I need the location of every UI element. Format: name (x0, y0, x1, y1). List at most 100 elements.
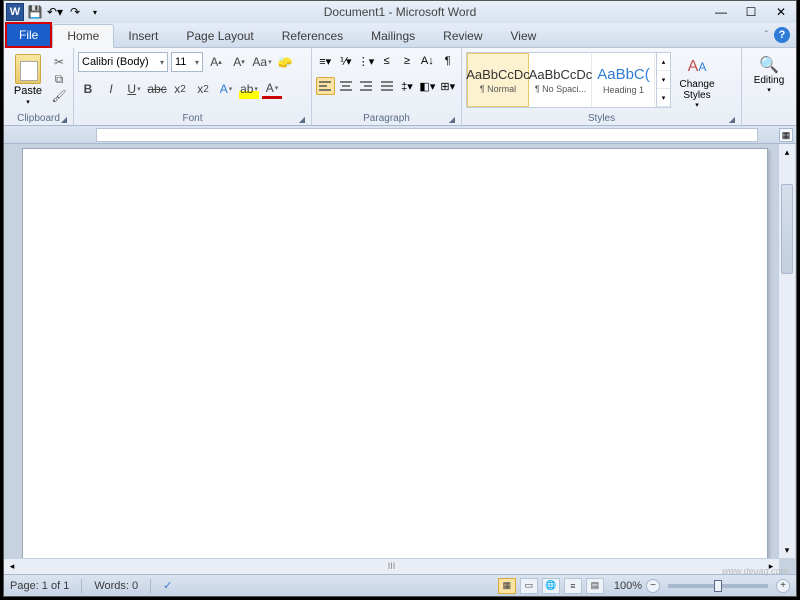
change-case-icon[interactable]: Aa (252, 52, 272, 72)
font-name-combo[interactable]: Calibri (Body)▾ (78, 52, 168, 72)
cut-icon[interactable]: ✂ (51, 55, 67, 69)
zoom-level[interactable]: 100% (614, 580, 642, 592)
clipboard-dialog-launcher[interactable]: ◢ (61, 115, 67, 124)
align-right-icon[interactable] (357, 77, 375, 95)
horizontal-ruler[interactable]: ▦ (4, 126, 796, 144)
zoom-slider[interactable] (668, 584, 768, 588)
scroll-up-icon[interactable]: ▴ (779, 144, 795, 160)
paste-icon (15, 54, 41, 84)
clear-formatting-icon[interactable]: 🧽 (275, 52, 295, 72)
status-page[interactable]: Page: 1 of 1 (10, 580, 69, 592)
justify-icon[interactable] (377, 77, 395, 95)
scroll-left-icon[interactable]: ◂ (4, 559, 20, 574)
tab-mailings[interactable]: Mailings (357, 25, 429, 47)
horizontal-scrollbar[interactable]: ◂ III ▸ (4, 558, 779, 574)
decrease-indent-icon[interactable]: ≤ (377, 52, 395, 70)
style-normal[interactable]: AaBbCcDc ¶ Normal (467, 53, 529, 107)
shrink-font-icon[interactable]: A▾ (229, 52, 249, 72)
close-button[interactable]: ✕ (766, 2, 796, 22)
italic-icon[interactable]: I (101, 79, 121, 99)
editing-button[interactable]: 🔍 Editing ▾ (748, 52, 791, 97)
styles-gallery: AaBbCcDc ¶ Normal AaBbCcDc ¶ No Spaci...… (466, 52, 671, 108)
format-painter-icon[interactable]: 🖌 (51, 89, 67, 103)
zoom-out-button[interactable]: − (646, 579, 660, 593)
highlight-icon[interactable]: ab (239, 79, 259, 99)
draft-view-icon[interactable]: ▤ (586, 578, 604, 594)
align-center-icon[interactable] (337, 77, 355, 95)
paste-label: Paste (14, 85, 42, 97)
ribbon-tabs: File Home Insert Page Layout References … (4, 23, 796, 48)
grow-font-icon[interactable]: A▴ (206, 52, 226, 72)
tab-page-layout[interactable]: Page Layout (172, 25, 267, 47)
group-font: Calibri (Body)▾ 11▾ A▴ A▾ Aa 🧽 B I U abc… (74, 48, 312, 125)
scroll-thumb[interactable] (781, 184, 793, 274)
window-title: Document1 - Microsoft Word (324, 5, 477, 19)
change-styles-button[interactable]: AA Change Styles ▾ (674, 52, 720, 112)
line-spacing-icon[interactable]: ‡▾ (398, 77, 416, 95)
subscript-icon[interactable]: x2 (170, 79, 190, 99)
tab-references[interactable]: References (268, 25, 357, 47)
ribbon: Paste ▾ ✂ ⧉ 🖌 Clipboard◢ Calibri (Body)▾… (4, 48, 796, 126)
word-app-icon[interactable]: W (6, 3, 24, 21)
tab-insert[interactable]: Insert (114, 25, 172, 47)
help-icon[interactable]: ? (774, 27, 790, 43)
superscript-icon[interactable]: x2 (193, 79, 213, 99)
text-effects-icon[interactable]: A (216, 79, 236, 99)
paste-button[interactable]: Paste ▾ (8, 52, 48, 108)
font-group-label: Font◢ (78, 112, 307, 125)
show-hide-icon[interactable]: ¶ (439, 52, 457, 70)
styles-group-label: Styles◢ (466, 112, 737, 125)
borders-icon[interactable]: ⊞▾ (439, 77, 457, 95)
status-words[interactable]: Words: 0 (94, 580, 138, 592)
increase-indent-icon[interactable]: ≥ (398, 52, 416, 70)
shading-icon[interactable]: ◧▾ (418, 77, 436, 95)
gallery-up-icon[interactable]: ▴ (657, 53, 670, 71)
ruler-toggle-icon[interactable]: ▦ (779, 128, 793, 142)
bullets-icon[interactable]: ≡▾ (316, 52, 334, 70)
tab-view[interactable]: View (497, 25, 551, 47)
web-layout-view-icon[interactable]: 🌐 (542, 578, 560, 594)
app-window: W 💾 ↶▾ ↷ ▾ Document1 - Microsoft Word — … (3, 0, 797, 597)
redo-icon[interactable]: ↷ (66, 3, 84, 21)
paragraph-dialog-launcher[interactable]: ◢ (449, 115, 455, 124)
window-controls: — ☐ ✕ (706, 2, 796, 22)
multilevel-list-icon[interactable]: ⋮▾ (357, 52, 375, 70)
group-paragraph: ≡▾ ⅟▾ ⋮▾ ≤ ≥ A↓ ¶ ‡▾ ◧▾ ⊞▾ (312, 48, 462, 125)
full-screen-view-icon[interactable]: ▭ (520, 578, 538, 594)
style-no-spacing[interactable]: AaBbCcDc ¶ No Spaci... (530, 53, 592, 107)
copy-icon[interactable]: ⧉ (51, 72, 67, 86)
font-color-icon[interactable]: A (262, 79, 282, 99)
title-bar: W 💾 ↶▾ ↷ ▾ Document1 - Microsoft Word — … (4, 1, 796, 23)
numbering-icon[interactable]: ⅟▾ (336, 52, 354, 70)
underline-icon[interactable]: U (124, 79, 144, 99)
minimize-button[interactable]: — (706, 2, 736, 22)
undo-icon[interactable]: ↶▾ (46, 3, 64, 21)
save-icon[interactable]: 💾 (26, 3, 44, 21)
status-proofing-icon[interactable]: ✓ (163, 579, 172, 592)
maximize-button[interactable]: ☐ (736, 2, 766, 22)
sort-icon[interactable]: A↓ (418, 52, 436, 70)
gallery-more-icon[interactable]: ▾ (657, 89, 670, 107)
vertical-scrollbar[interactable]: ▴ ▾ (778, 144, 795, 558)
strikethrough-icon[interactable]: abc (147, 79, 167, 99)
tab-home[interactable]: Home (52, 24, 114, 48)
group-styles: AaBbCcDc ¶ Normal AaBbCcDc ¶ No Spaci...… (462, 48, 742, 125)
zoom-in-button[interactable]: + (776, 579, 790, 593)
outline-view-icon[interactable]: ≡ (564, 578, 582, 594)
document-page[interactable] (22, 148, 768, 566)
file-tab[interactable]: File (5, 22, 52, 48)
status-bar: Page: 1 of 1 Words: 0 ✓ ▦ ▭ 🌐 ≡ ▤ 100% −… (4, 574, 796, 596)
paragraph-group-label: Paragraph◢ (316, 112, 457, 125)
font-size-combo[interactable]: 11▾ (171, 52, 203, 72)
style-heading-1[interactable]: AaBbC( Heading 1 (593, 53, 655, 107)
tab-review[interactable]: Review (429, 25, 496, 47)
gallery-down-icon[interactable]: ▾ (657, 71, 670, 89)
minimize-ribbon-icon[interactable]: ˆ (765, 30, 768, 41)
font-dialog-launcher[interactable]: ◢ (299, 115, 305, 124)
styles-dialog-launcher[interactable]: ◢ (729, 115, 735, 124)
bold-icon[interactable]: B (78, 79, 98, 99)
scroll-down-icon[interactable]: ▾ (779, 542, 795, 558)
align-left-icon[interactable] (316, 77, 335, 95)
qat-customize-icon[interactable]: ▾ (86, 3, 104, 21)
print-layout-view-icon[interactable]: ▦ (498, 578, 516, 594)
